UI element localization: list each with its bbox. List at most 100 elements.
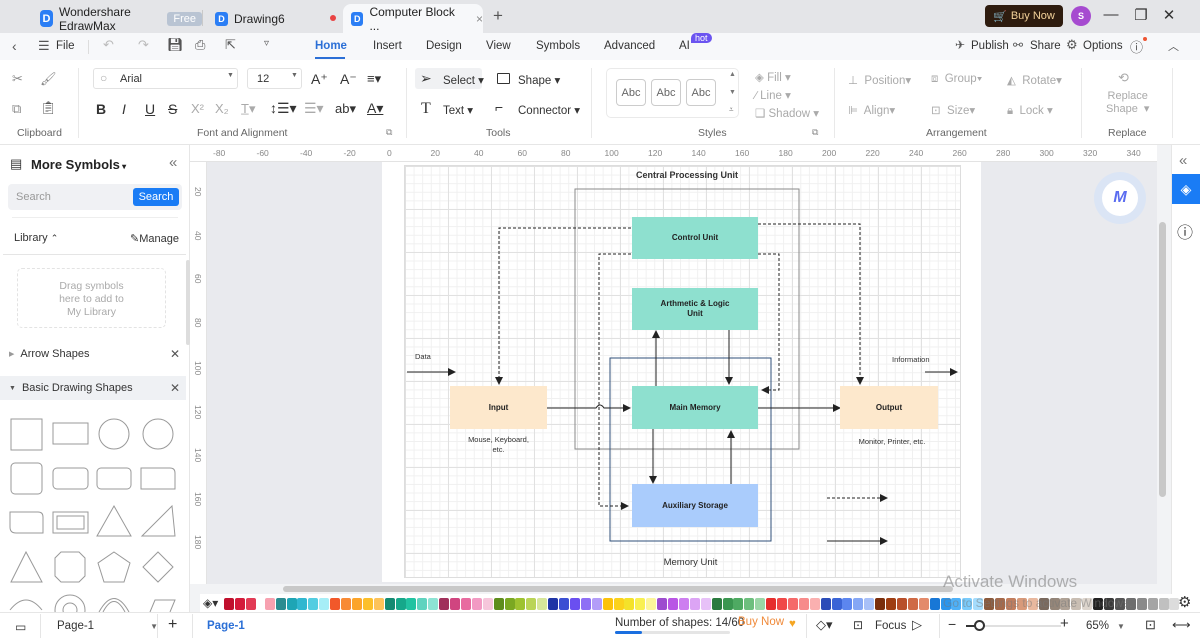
right-triangle-shape[interactable] [140,504,176,537]
publish-button[interactable]: Publish [971,40,1009,52]
print-icon[interactable]: ⎙ [195,37,205,53]
color-swatch[interactable] [1158,598,1169,610]
cut-icon[interactable]: ✂ [12,71,23,87]
my-library-drop-zone[interactable]: Drag symbols here to add to My Library [17,268,166,328]
paste-icon[interactable]: 📋︎ [40,100,57,116]
color-swatch[interactable] [744,598,755,610]
color-swatch[interactable] [798,598,809,610]
color-swatch[interactable] [482,598,493,610]
more-symbols-button[interactable]: More Symbols ▾ [31,157,126,172]
color-swatch[interactable] [417,598,428,610]
close-category-icon[interactable]: ✕ [170,381,180,395]
collapse-panel-icon[interactable]: « [169,154,177,171]
format-painter-icon[interactable]: 🖌︎ [40,71,57,87]
rotate-button[interactable]: ◭ Rotate▾ [1007,73,1062,87]
color-swatch[interactable] [722,598,733,610]
color-swatch[interactable] [1136,598,1147,610]
category-basic-drawing-shapes[interactable]: ▼ Basic Drawing Shapes ✕ [0,376,186,400]
increase-font-icon[interactable]: A⁺ [311,71,328,88]
color-swatch[interactable] [234,598,245,610]
tab-design[interactable]: Design [426,40,462,52]
strikethrough-button[interactable]: S [168,101,177,117]
circle-shape[interactable] [98,418,130,450]
ellipse-shape[interactable] [142,418,174,450]
shadow-button[interactable]: ❑ Shadow ▾ [755,106,819,120]
auxiliary-storage-node[interactable]: Auxiliary Storage [632,484,758,527]
octagon-shape[interactable] [54,551,86,583]
color-swatch[interactable] [918,598,929,610]
color-swatch[interactable] [700,598,711,610]
zoom-out-button[interactable]: − [948,616,956,632]
color-swatch[interactable] [569,598,580,610]
group-button[interactable]: ⧈ Group▾ [931,73,982,86]
buy-now-button[interactable]: 🛒 Buy Now [985,5,1063,27]
frame-shape[interactable] [52,511,89,534]
color-swatch[interactable] [689,598,700,610]
app-home-tab[interactable]: D Wondershare EdrawMax Free [32,4,202,33]
text-highlight-button[interactable]: ab▾ [335,101,356,117]
color-swatch[interactable] [711,598,722,610]
page-view-icon[interactable]: ▭ [15,620,26,634]
diamond-shape[interactable] [142,551,174,583]
rounded-square-shape[interactable] [10,462,43,495]
file-menu[interactable]: File [56,40,75,52]
fill-button[interactable]: ◈ Fill ▾ [755,70,791,84]
select-button[interactable]: Select ▾ [443,73,484,87]
text-button[interactable]: Text ▾ [443,103,473,117]
color-swatch[interactable] [678,598,689,610]
rounded-rectangle-shape[interactable] [96,467,132,490]
copy-icon[interactable]: ⧉ [12,101,21,117]
color-swatch[interactable] [341,598,351,610]
more-quick-access-icon[interactable]: ▿ [264,38,269,49]
style-panel-button[interactable]: ◈ [1172,174,1200,204]
close-window-icon[interactable]: ✕ [1159,6,1179,24]
align-icon[interactable]: ≡▾ [367,71,381,87]
bullet-list-icon[interactable]: ☰▾ [304,100,324,117]
tab-computer-block[interactable]: D Computer Block ... × [343,4,483,33]
style-swatch[interactable]: Abc [616,79,646,106]
color-swatch[interactable] [351,598,362,610]
color-swatch[interactable] [831,598,842,610]
redo-icon[interactable]: ↷ [138,37,149,53]
close-category-icon[interactable]: ✕ [170,347,180,361]
fill-color-icon[interactable]: ◈▾ [203,596,218,610]
color-swatch[interactable] [809,598,820,610]
subscript-button[interactable]: X₂ [215,101,229,116]
tab-ai[interactable]: AI [679,40,690,52]
color-swatch[interactable] [787,598,798,610]
color-swatch[interactable] [493,598,504,610]
focus-button[interactable]: Focus [875,620,906,632]
color-swatch[interactable] [755,598,766,610]
gallery-down-icon[interactable]: ▼ [729,89,736,96]
color-swatch[interactable] [896,598,907,610]
page-tab-page-1[interactable]: Page-1 [207,620,245,632]
zoom-level-select[interactable]: 65% ▼ [1086,620,1125,632]
connector-button[interactable]: Connector ▾ [518,103,580,117]
color-swatch[interactable] [395,598,406,610]
fit-page-icon[interactable]: ⊡ [1145,617,1156,633]
arc-shape[interactable] [9,599,43,611]
triangle-shape[interactable] [96,504,132,537]
palette-settings-icon[interactable]: ⚙ [1178,593,1191,611]
tab-advanced[interactable]: Advanced [604,40,655,52]
color-swatch[interactable] [297,598,308,610]
gallery-up-icon[interactable]: ▲ [729,71,736,78]
color-swatch[interactable] [613,598,624,610]
color-swatch[interactable] [635,598,646,610]
page-select[interactable]: Page-1 ▼ [57,620,158,632]
snip-rectangle-shape[interactable] [140,467,176,490]
manage-button[interactable]: ✎Manage [130,232,179,245]
color-swatch[interactable] [450,598,460,610]
color-swatch[interactable] [224,598,234,610]
color-swatch[interactable] [766,598,777,610]
color-swatch[interactable] [330,598,341,610]
color-swatch[interactable] [428,598,439,610]
color-swatch[interactable] [591,598,602,610]
color-swatch[interactable] [624,598,635,610]
color-swatch[interactable] [319,598,330,610]
color-swatch[interactable] [439,598,450,610]
library-toggle[interactable]: Library ⌃ [14,232,58,244]
zoom-in-button[interactable]: + [1060,615,1069,632]
color-swatch[interactable] [471,598,482,610]
color-swatch[interactable] [668,598,678,610]
